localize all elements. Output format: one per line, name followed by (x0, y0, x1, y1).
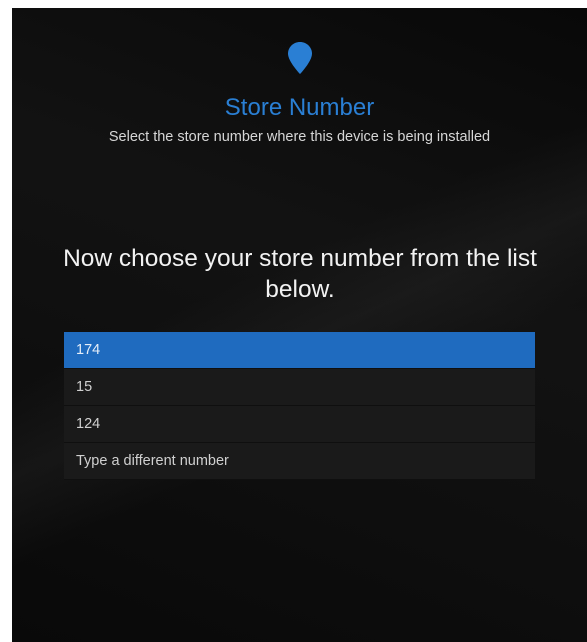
page-title: Store Number (224, 94, 375, 121)
location-pin-icon (288, 42, 312, 74)
instruction-text: Now choose your store number from the li… (63, 245, 537, 303)
store-option-174[interactable]: 174 (64, 332, 535, 369)
store-number-list: 174 15 124 Type a different number (64, 332, 535, 480)
store-option-124[interactable]: 124 (64, 406, 535, 443)
type-different-number-option[interactable]: Type a different number (64, 443, 535, 480)
store-option-15[interactable]: 15 (64, 369, 535, 406)
setup-screen: Store Number Select the store number whe… (12, 8, 587, 642)
page-subtitle: Select the store number where this devic… (108, 129, 491, 145)
